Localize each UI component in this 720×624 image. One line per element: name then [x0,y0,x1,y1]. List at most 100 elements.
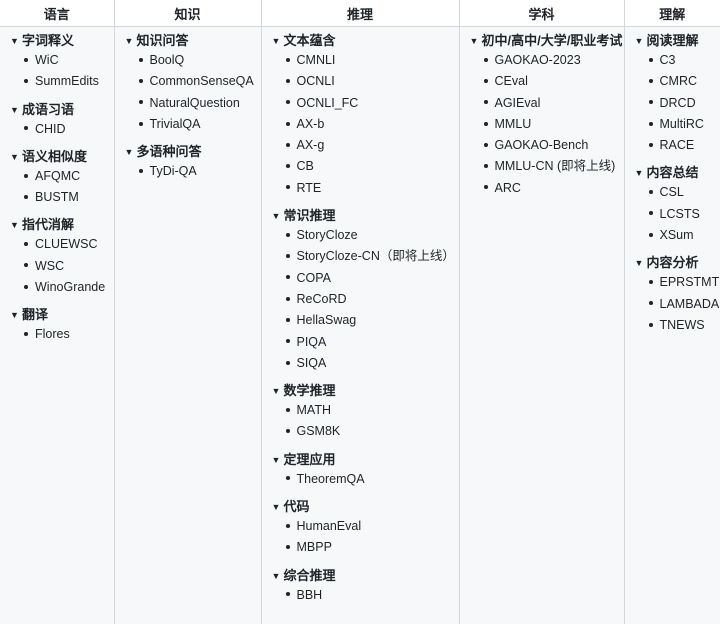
category-group: ▼ 文本蕴含 CMNLI OCNLI OCNLI_FC AX-b AX-g CB RTE [272,32,459,199]
column-header-language: 语言 [0,0,115,27]
dataset-list: BBH [272,585,459,606]
disclosure-triangle-icon: ▼ [10,220,19,231]
dataset-name: MBPP [296,540,332,555]
dataset-name: OCNLI [296,74,335,89]
dataset-item: MBPP [285,537,459,558]
dataset-item: BBH [285,585,459,606]
category-toggle[interactable]: ▼ 多语种问答 [125,143,261,161]
dataset-item: DRCD [648,93,720,114]
category-group: ▼ 内容总结 CSL LCSTS XSum [635,164,720,246]
category-toggle[interactable]: ▼ 综合推理 [272,567,459,585]
dataset-name: EPRSTMT [659,275,720,290]
dataset-item: RTE [285,178,459,199]
category-toggle[interactable]: ▼ 内容总结 [635,164,720,182]
dataset-name: Flores [35,327,70,342]
bullet-icon [285,185,290,190]
bullet-icon [24,242,28,247]
dataset-item: MMLU-CN (即将上线) [483,156,624,177]
dataset-item: StoryCloze [285,225,459,246]
category-toggle[interactable]: ▼ 阅读理解 [635,32,720,50]
bullet-icon [285,79,290,83]
dataset-name: MMLU [494,116,532,131]
category-group: ▼ 翻译 Flores [10,306,114,345]
dataset-name: CEval [494,74,528,89]
bullet-icon [285,429,290,434]
bullet-icon [483,79,488,83]
category-toggle[interactable]: ▼ 初中/高中/大学/职业考试 [470,32,624,50]
category-toggle[interactable]: ▼ 代码 [272,498,459,516]
disclosure-triangle-icon: ▼ [124,36,134,46]
category-group: ▼ 数学推理 MATH GSM8K [272,382,459,443]
dataset-item: OCNLI_FC [285,93,459,114]
bullet-icon [138,57,143,62]
category-toggle[interactable]: ▼ 字词释义 [10,32,114,50]
category-title: 成语习语 [22,101,75,117]
category-toggle[interactable]: ▼ 内容分析 [635,254,720,272]
dataset-item: AX-b [285,114,459,135]
column-header-understanding: 理解 [624,0,720,27]
category-toggle[interactable]: ▼ 语义相似度 [10,148,114,166]
bullet-icon [24,284,28,289]
category-toggle[interactable]: ▼ 常识推理 [272,207,459,225]
dataset-item: BoolQ [138,50,261,71]
dataset-name: ReCoRD [296,291,347,306]
category-toggle[interactable]: ▼ 数学推理 [272,382,459,400]
dataset-item: GAOKAO-2023 [483,50,624,71]
category-group: ▼ 多语种问答 TyDi-QA [125,143,261,182]
dataset-list: GAOKAO-2023 CEval AGIEval MMLU GAOKAO-Bench M… [470,50,624,199]
dataset-list: C3 CMRC DRCD MultiRC RACE [635,50,720,156]
bullet-icon [24,173,28,178]
category-toggle[interactable]: ▼ 成语习语 [10,101,114,119]
dataset-item: AFQMC [24,166,114,187]
dataset-name: MultiRC [659,116,704,131]
category-title: 文本蕴含 [283,33,336,48]
dataset-name: MMLU-CN (即将上线) [494,159,616,174]
bullet-icon [285,142,290,147]
disclosure-triangle-icon: ▼ [271,211,281,222]
dataset-name: BUSTM [35,190,79,205]
dataset-item: CommonSenseQA [138,71,261,92]
dataset-name: WSC [35,258,65,273]
category-toggle[interactable]: ▼ 知识问答 [125,32,261,50]
dataset-name: LCSTS [659,206,700,221]
bullet-icon [648,322,653,327]
bullet-icon [285,339,290,344]
dataset-item: SummEdits [24,71,114,92]
disclosure-triangle-icon: ▼ [271,36,281,46]
category-group: ▼ 指代消解 CLUEWSC WSC WinoGrande [10,216,114,298]
category-group: ▼ 字词释义 WiC SummEdits [10,32,114,93]
dataset-name: TNEWS [659,317,705,332]
bullet-icon [483,142,488,147]
category-title: 字词释义 [22,33,75,48]
category-title: 翻译 [22,307,49,323]
dataset-item: ARC [483,178,624,199]
bullet-icon [24,194,28,199]
category-toggle[interactable]: ▼ 翻译 [10,306,114,324]
bullet-icon [285,57,290,62]
bullet-icon [285,317,290,322]
bullet-icon [285,592,290,597]
category-toggle[interactable]: ▼ 文本蕴含 [272,32,459,50]
dataset-item: LCSTS [648,204,720,225]
disclosure-triangle-icon: ▼ [634,36,644,46]
category-toggle[interactable]: ▼ 指代消解 [10,216,114,234]
dataset-item: HumanEval [285,516,459,537]
disclosure-triangle-icon: ▼ [124,147,134,158]
dataset-name: SummEdits [35,74,99,89]
bullet-icon [138,168,143,173]
category-group: ▼ 初中/高中/大学/职业考试 GAOKAO-2023 CEval AGIEval MML… [470,32,624,199]
dataset-name: AX-b [296,116,325,131]
bullet-icon [138,100,143,105]
dataset-list: Flores [10,324,114,345]
dataset-item: CMRC [648,71,720,92]
dataset-item: StoryCloze-CN（即将上线） [285,246,459,267]
dataset-name: StoryCloze [296,228,358,243]
category-toggle[interactable]: ▼ 定理应用 [272,451,459,469]
dataset-name: XSum [659,228,694,243]
bullet-icon [483,121,488,126]
dataset-item: Flores [24,324,114,345]
bullet-icon [285,476,290,481]
dataset-item: OCNLI [285,71,459,92]
dataset-name: CSL [659,185,684,200]
dataset-item: CSL [648,182,720,203]
